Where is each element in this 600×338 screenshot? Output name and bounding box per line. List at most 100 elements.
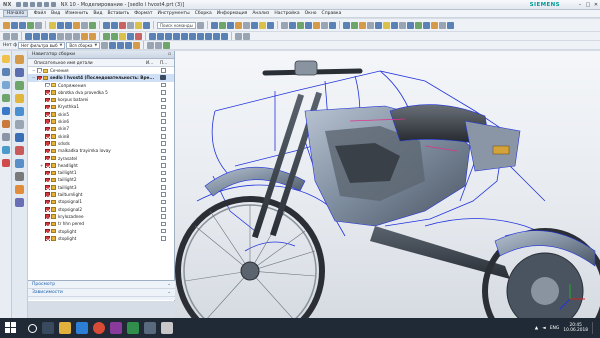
tree-row[interactable]: skin6: [28, 118, 174, 125]
clock[interactable]: 20:45 10.06.2018: [563, 323, 588, 334]
row-checkbox[interactable]: [161, 155, 166, 161]
app-icon-2[interactable]: [144, 322, 156, 334]
shaded-icon[interactable]: [65, 32, 72, 40]
selection-scope-dropdown[interactable]: Вся сборка ▼: [66, 41, 101, 49]
split-body-icon[interactable]: [127, 21, 134, 29]
column-header-check[interactable]: П...: [160, 59, 167, 67]
pattern-icon[interactable]: [103, 21, 110, 29]
display-icon[interactable]: [422, 21, 430, 29]
grid-icon[interactable]: [155, 41, 163, 49]
tree-row[interactable]: Сопряжения: [28, 82, 174, 89]
kinematics-icon[interactable]: [15, 159, 24, 168]
extension-icon[interactable]: [266, 21, 274, 29]
tool-icon[interactable]: [15, 198, 24, 207]
row-checkbox[interactable]: [161, 119, 166, 124]
menu-information[interactable]: Информация: [214, 11, 250, 16]
revolve-icon[interactable]: [19, 21, 26, 29]
column-header-name[interactable]: Описательное имя детали: [34, 59, 93, 67]
zoom-icon[interactable]: [33, 32, 40, 40]
row-checkbox[interactable]: [161, 199, 166, 205]
row-checkbox[interactable]: [161, 192, 166, 197]
through-curves-icon[interactable]: [226, 21, 234, 29]
select-all-icon[interactable]: [243, 32, 250, 40]
intersection-point-icon[interactable]: [181, 32, 188, 40]
redo-icon[interactable]: [29, 2, 35, 7]
wireframe-icon[interactable]: [73, 32, 80, 40]
constraint-icon[interactable]: [15, 68, 24, 77]
tree-row[interactable]: taillight3: [28, 184, 174, 191]
redo-icon[interactable]: [11, 32, 18, 40]
point-on-curve-icon[interactable]: [213, 32, 220, 40]
bounded-plane-icon[interactable]: [258, 21, 266, 29]
history-icon[interactable]: [1, 120, 10, 128]
menu-insert[interactable]: Вставить: [105, 11, 132, 16]
search-icon[interactable]: [28, 323, 37, 333]
visibility-checkbox-unchecked[interactable]: [37, 68, 42, 73]
tree-row[interactable]: taillight1: [28, 169, 174, 176]
cut-icon[interactable]: [36, 2, 42, 7]
save-state-icon[interactable]: [160, 75, 166, 81]
row-checkbox[interactable]: [161, 82, 166, 88]
tree-row[interactable]: stopsignal2: [28, 206, 174, 213]
preview-panel-header[interactable]: Просмотр ⌄: [28, 281, 175, 289]
tail-section[interactable]: [464, 120, 521, 172]
chrome-icon[interactable]: [93, 322, 105, 334]
offset-curve-icon[interactable]: [312, 21, 320, 29]
search-icon[interactable]: [196, 21, 204, 29]
paste-icon[interactable]: [50, 2, 56, 7]
menu-view[interactable]: Вид: [49, 11, 63, 16]
media-player-icon[interactable]: [110, 322, 122, 334]
delete-icon[interactable]: [135, 32, 142, 40]
undo-icon[interactable]: [3, 32, 10, 40]
wave-geometry-linker-icon[interactable]: [366, 21, 374, 29]
select-body-icon[interactable]: [125, 41, 133, 49]
selection-mode-icon[interactable]: [235, 32, 242, 40]
clearance-analysis-icon[interactable]: [390, 21, 398, 29]
color-icon[interactable]: [15, 94, 24, 103]
menu-file[interactable]: Файл: [31, 11, 48, 16]
visibility-checkbox[interactable]: [45, 112, 50, 117]
visibility-checkbox[interactable]: [45, 141, 50, 146]
visibility-checkbox[interactable]: [45, 221, 50, 227]
save-icon[interactable]: [15, 2, 21, 7]
render-icon[interactable]: [414, 21, 422, 29]
row-checkbox[interactable]: [161, 126, 166, 132]
select-face-icon[interactable]: [109, 41, 117, 49]
document-icon[interactable]: [15, 172, 24, 181]
isometric-icon[interactable]: [89, 32, 96, 40]
datum-icon[interactable]: [35, 21, 42, 29]
hole-icon[interactable]: [27, 21, 34, 29]
view-orient-icon[interactable]: [446, 21, 454, 29]
visibility-checkbox[interactable]: [45, 170, 50, 176]
menu-preferences[interactable]: Настройка: [272, 11, 302, 16]
maximize-button[interactable]: □: [584, 2, 592, 8]
control-point-icon[interactable]: [173, 32, 180, 40]
undo-icon[interactable]: [22, 2, 28, 7]
unite-icon[interactable]: [49, 21, 56, 29]
point-on-face-icon[interactable]: [221, 32, 228, 40]
row-checkbox[interactable]: [161, 104, 166, 110]
row-checkbox[interactable]: [161, 170, 166, 176]
row-checkbox[interactable]: [161, 236, 166, 241]
sweep-icon[interactable]: [218, 21, 226, 29]
snap-icon[interactable]: [147, 41, 155, 49]
add-component-icon[interactable]: [342, 21, 350, 29]
part-navigator-icon[interactable]: [1, 68, 10, 76]
row-checkbox[interactable]: [161, 134, 166, 139]
hide-icon[interactable]: [127, 32, 134, 40]
palette-icon[interactable]: [15, 146, 24, 155]
row-checkbox[interactable]: [161, 141, 166, 146]
tree-row[interactable]: skin8: [28, 133, 174, 140]
handlebar[interactable]: [262, 60, 363, 76]
composite-curve-icon[interactable]: [328, 21, 336, 29]
dependencies-panel-header[interactable]: Зависимости ⌄: [28, 289, 175, 297]
visibility-checkbox[interactable]: [45, 207, 50, 212]
arc-center-icon[interactable]: [189, 32, 196, 40]
motorcycle-3d-model[interactable]: [175, 51, 600, 318]
constraint-navigator-icon[interactable]: [1, 94, 10, 102]
tree-row[interactable]: skin7: [28, 125, 174, 132]
expand-toggle-icon[interactable]: −: [32, 74, 35, 81]
minimize-button[interactable]: –: [576, 2, 584, 8]
visibility-checkbox[interactable]: [45, 119, 50, 124]
measure-icon[interactable]: [398, 21, 406, 29]
